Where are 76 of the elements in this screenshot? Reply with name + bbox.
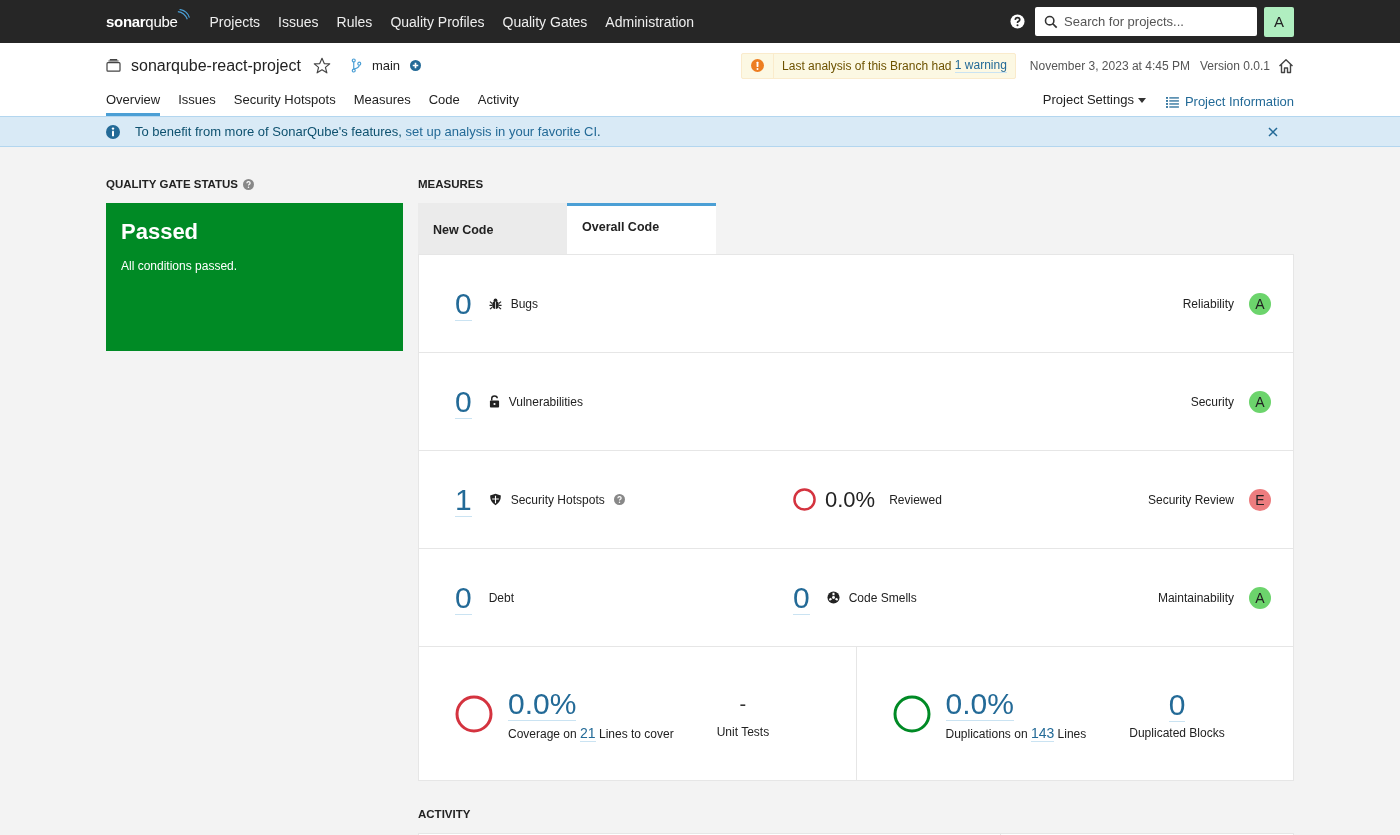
warning-message: Last analysis of this Branch had 1 warning [781,57,1008,75]
code-smell-icon [826,591,840,604]
bug-icon [488,297,502,310]
duplicated-blocks-value[interactable]: 0 [1168,687,1186,722]
measure-label: Reviewed [889,492,942,507]
rating-label: Security Review [1147,492,1234,507]
measure-label: Security Hotspots [510,492,605,507]
setup-analysis-link[interactable]: set up analysis in your favorite CI [405,124,598,140]
review-percentage[interactable]: 0.0% [825,486,876,513]
warning-icon [751,59,765,72]
rating-badge[interactable]: A [1249,292,1271,315]
section-title: MEASURES [418,178,484,190]
measure-label: Debt [488,590,515,605]
nav-tab[interactable]: Activity [477,88,519,116]
measure-value[interactable]: 1 [455,482,472,517]
rating-label: Maintainability [1157,590,1234,605]
nav-link[interactable]: Quality Profiles [390,13,485,30]
project-information-link[interactable]: Project Information [1184,88,1294,109]
measure-value[interactable]: 0 [455,286,472,321]
search-icon [1044,15,1058,29]
nav-tab[interactable]: Issues [178,88,216,116]
banner-message: To benefit from more of SonarQube's features, set up analysis in your favorite CI. [135,124,601,139]
lines-link[interactable]: 21 [580,724,596,742]
branch-icon [350,58,362,73]
help-icon[interactable] [1010,14,1025,29]
measure-label: Bugs [510,296,539,311]
nav-tab[interactable]: Security Hotspots [233,88,336,116]
measure-value[interactable]: 0 [793,580,810,615]
shield-icon [488,493,502,506]
info-icon [106,124,120,139]
nav-link[interactable]: Administration [605,13,695,30]
project-settings-dropdown[interactable]: Project Settings [1040,88,1148,112]
rating-badge[interactable]: E [1249,488,1271,511]
code-period-tab[interactable]: Overall Code [567,203,716,254]
project-name[interactable]: sonarqube-react-project [131,56,301,75]
user-avatar[interactable]: A [1264,6,1294,37]
analysis-date: November 3, 2023 at 4:45 PM [1029,58,1190,73]
lock-icon [488,395,500,408]
rating-label: Security [1190,394,1234,409]
rating-label: Reliability [1182,296,1234,311]
gate-message: All conditions passed. [121,259,239,273]
nav-tab[interactable]: Code [428,88,460,116]
unit-tests-label: Unit Tests [716,725,770,739]
section-title: QUALITY GATE STATUS [106,178,239,190]
coverage-value[interactable]: 0.0% [508,686,577,721]
version-label: Version 0.0.1 [1199,58,1270,73]
nav-tab[interactable]: Measures [353,88,411,116]
list-icon[interactable] [1165,97,1179,108]
branch-name[interactable]: main [371,58,401,73]
nav-link[interactable]: Projects [209,13,261,30]
gate-status: Passed [121,219,200,245]
home-icon[interactable] [1278,57,1294,74]
measure-value[interactable]: 0 [455,580,472,615]
rating-badge[interactable]: A [1249,390,1271,413]
star-icon[interactable] [312,56,331,75]
measure-label: Code Smells [848,590,917,605]
warning-link[interactable]: 1 warning [954,58,1007,73]
close-icon[interactable] [1268,126,1278,137]
duplications-value[interactable]: 0.0% [945,686,1014,721]
rating-badge[interactable]: A [1249,586,1271,609]
duplications-label: Duplications on 143 Lines [945,724,1087,741]
nav-link[interactable]: Quality Gates [502,13,588,30]
search-field[interactable]: Search for projects... [1035,7,1257,36]
lines-link[interactable]: 143 [1030,724,1055,742]
coverage-label: Coverage on 21 Lines to cover [508,724,674,741]
measure-value[interactable]: 0 [455,384,472,419]
project-icon [106,59,121,72]
caret-icon [1137,97,1146,103]
add-icon[interactable] [410,60,422,71]
duplicated-blocks-label: Duplicated Blocks [1129,725,1225,740]
nav-link[interactable]: Issues [278,13,319,30]
unit-tests-value: - [739,692,747,717]
section-title: ACTIVITY [418,808,471,820]
measure-label: Vulnerabilities [508,394,583,409]
code-period-tab[interactable]: New Code [418,203,567,254]
nav-link[interactable]: Rules [336,13,373,30]
